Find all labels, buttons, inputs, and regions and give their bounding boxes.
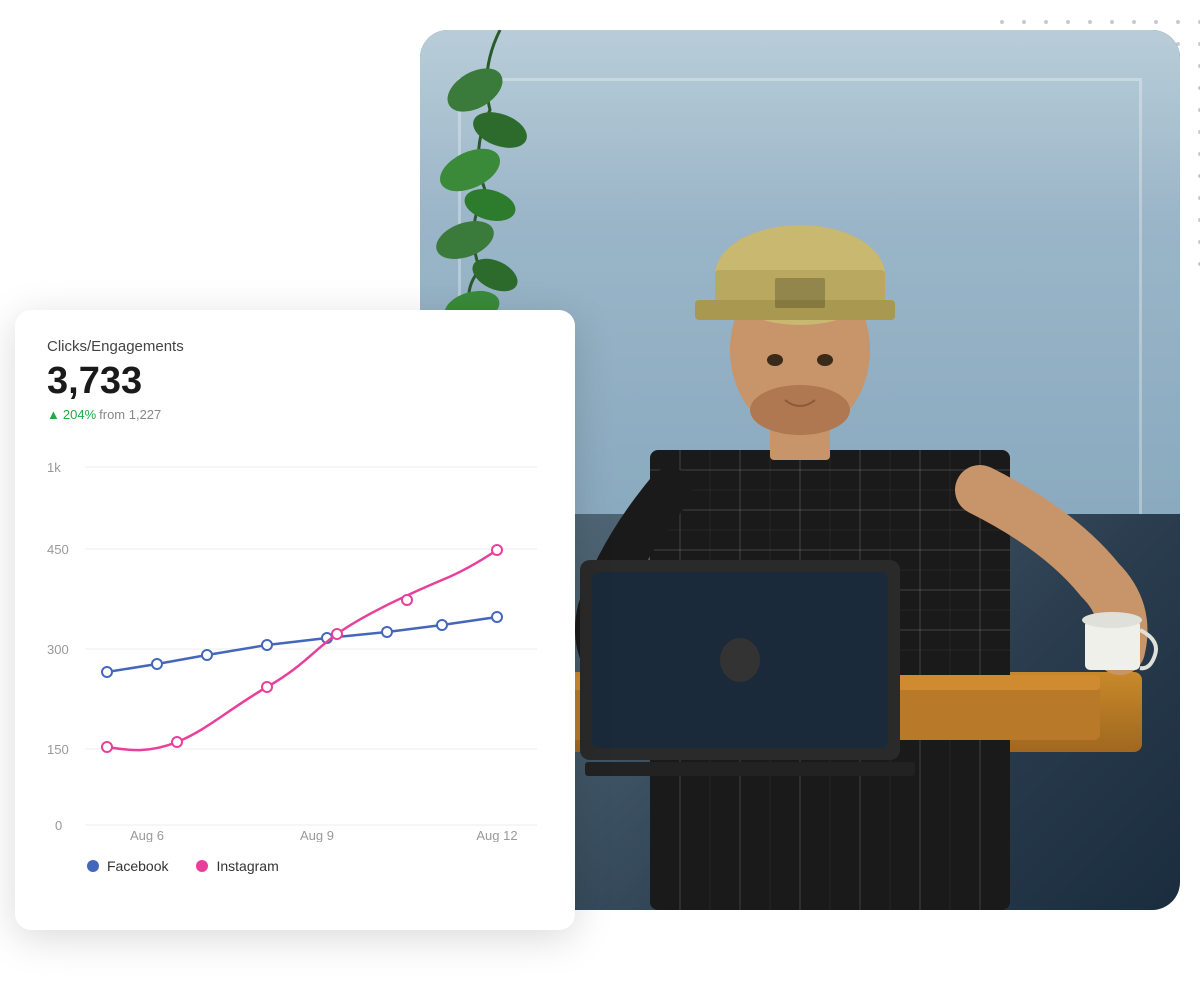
svg-text:Aug 9: Aug 9 [300,828,334,842]
instagram-legend-dot [196,860,208,872]
chart-change: ▲ 204% from 1,227 [47,407,543,422]
chart-title: Clicks/Engagements [47,338,543,355]
change-pct: 204% [63,407,96,422]
instagram-legend-label: Instagram [216,858,278,874]
change-arrow: ▲ [47,407,60,422]
legend-facebook: Facebook [87,858,168,874]
chart-graph: 1k 450 300 150 0 Aug 6 Aug 9 Aug 12 [47,442,543,842]
chart-value: 3,733 [47,361,543,403]
legend-instagram: Instagram [196,858,278,874]
svg-text:0: 0 [55,818,62,833]
svg-text:300: 300 [47,642,69,657]
svg-text:Aug 12: Aug 12 [476,828,517,842]
analytics-chart-card: Clicks/Engagements 3,733 ▲ 204% from 1,2… [15,310,575,930]
chart-legend: Facebook Instagram [47,858,543,874]
facebook-legend-label: Facebook [107,858,168,874]
svg-text:1k: 1k [47,460,61,475]
svg-text:450: 450 [47,542,69,557]
svg-text:Aug 6: Aug 6 [130,828,164,842]
svg-text:150: 150 [47,742,69,757]
facebook-legend-dot [87,860,99,872]
change-from: from 1,227 [99,407,161,422]
